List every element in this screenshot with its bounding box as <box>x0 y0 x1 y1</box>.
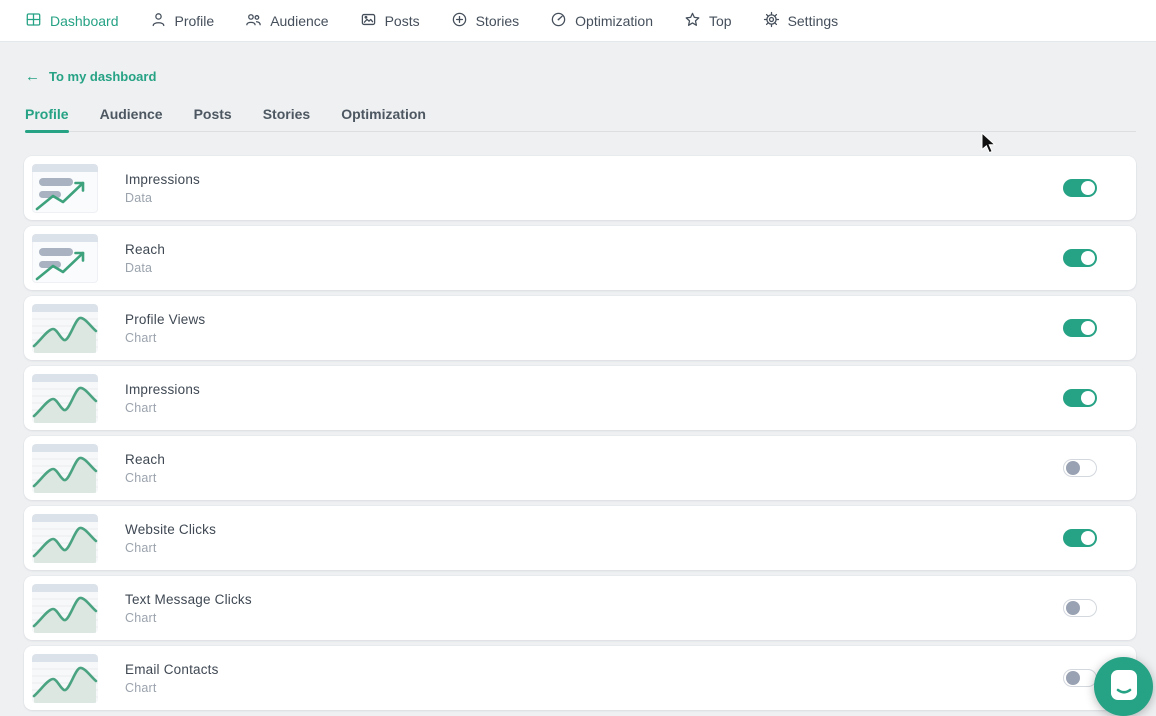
widget-thumbnail-chart-icon <box>32 304 98 353</box>
person-icon <box>150 11 167 31</box>
widget-toggle[interactable] <box>1063 179 1097 197</box>
tab-audience[interactable]: Audience <box>100 106 163 131</box>
nav-item-dashboard[interactable]: Dashboard <box>25 11 119 31</box>
widget-card: Website Clicks Chart <box>24 506 1136 570</box>
widget-card: Impressions Chart <box>24 366 1136 430</box>
toggle-knob <box>1081 391 1095 405</box>
nav-item-label: Audience <box>270 13 328 29</box>
gauge-icon <box>550 11 567 31</box>
nav-item-label: Optimization <box>575 13 653 29</box>
nav-item-label: Settings <box>788 13 839 29</box>
widget-subtitle: Chart <box>125 611 252 625</box>
widget-subtitle: Chart <box>125 331 205 345</box>
posts-icon <box>360 11 377 31</box>
widget-toggle[interactable] <box>1063 319 1097 337</box>
mouse-cursor <box>981 132 997 154</box>
widget-text: Impressions Data <box>125 172 200 205</box>
widget-toggle[interactable] <box>1063 599 1097 617</box>
nav-item-label: Stories <box>476 13 520 29</box>
widget-subtitle: Data <box>125 191 200 205</box>
widget-text: Profile Views Chart <box>125 312 205 345</box>
toggle-knob <box>1081 251 1095 265</box>
widget-title: Text Message Clicks <box>125 592 252 607</box>
nav-item-stories[interactable]: Stories <box>451 11 520 31</box>
widget-subtitle: Chart <box>125 401 200 415</box>
widget-text: Email Contacts Chart <box>125 662 219 695</box>
widget-text: Impressions Chart <box>125 382 200 415</box>
widget-subtitle: Chart <box>125 681 219 695</box>
widget-thumbnail-data-icon <box>32 234 98 283</box>
nav-item-top[interactable]: Top <box>684 11 732 31</box>
widget-text: Reach Chart <box>125 452 165 485</box>
widget-subtitle: Chart <box>125 541 216 555</box>
nav-item-audience[interactable]: Audience <box>245 11 328 31</box>
widget-toggle[interactable] <box>1063 249 1097 267</box>
widget-thumbnail-chart-icon <box>32 444 98 493</box>
toggle-knob <box>1066 601 1080 615</box>
chat-launcher-button[interactable] <box>1094 657 1153 716</box>
chat-bubble-icon <box>1109 670 1139 704</box>
nav-item-label: Posts <box>385 13 420 29</box>
widget-thumbnail-chart-icon <box>32 654 98 703</box>
toggle-knob <box>1081 321 1095 335</box>
widget-title: Email Contacts <box>125 662 219 677</box>
nav-item-label: Dashboard <box>50 13 119 29</box>
widget-card: Reach Data <box>24 226 1136 290</box>
nav-item-label: Top <box>709 13 732 29</box>
nav-item-posts[interactable]: Posts <box>360 11 420 31</box>
plus-circle-icon <box>451 11 468 31</box>
widget-thumbnail-data-icon <box>32 164 98 213</box>
widget-subtitle: Data <box>125 261 165 275</box>
widget-card: Text Message Clicks Chart <box>24 576 1136 640</box>
widget-card: Reach Chart <box>24 436 1136 500</box>
widget-title: Website Clicks <box>125 522 216 537</box>
section-tabs: Profile Audience Posts Stories Optimization <box>25 106 1136 132</box>
widget-thumbnail-chart-icon <box>32 374 98 423</box>
widget-toggle[interactable] <box>1063 389 1097 407</box>
nav-item-profile[interactable]: Profile <box>150 11 215 31</box>
widget-list: Impressions Data Reach Data Profile Views Cha… <box>24 156 1136 710</box>
widget-title: Reach <box>125 452 165 467</box>
widget-thumbnail-chart-icon <box>32 584 98 633</box>
toggle-knob <box>1066 671 1080 685</box>
nav-item-optimization[interactable]: Optimization <box>550 11 653 31</box>
toggle-knob <box>1081 531 1095 545</box>
back-link-label: To my dashboard <box>49 69 156 84</box>
tab-optimization[interactable]: Optimization <box>341 106 426 131</box>
toggle-knob <box>1066 461 1080 475</box>
widget-card: Email Contacts Chart <box>24 646 1136 710</box>
widget-title: Reach <box>125 242 165 257</box>
widget-title: Profile Views <box>125 312 205 327</box>
tab-profile[interactable]: Profile <box>25 106 69 131</box>
nav-item-label: Profile <box>175 13 215 29</box>
widget-text: Reach Data <box>125 242 165 275</box>
people-icon <box>245 11 262 31</box>
tab-posts[interactable]: Posts <box>194 106 232 131</box>
star-icon <box>684 11 701 31</box>
toggle-knob <box>1081 181 1095 195</box>
dashboard-grid-icon <box>25 11 42 31</box>
back-to-dashboard-link[interactable]: ← To my dashboard <box>25 69 156 84</box>
gear-icon <box>763 11 780 31</box>
widget-text: Website Clicks Chart <box>125 522 216 555</box>
back-arrow-icon: ← <box>25 69 40 84</box>
tab-stories[interactable]: Stories <box>263 106 310 131</box>
widget-text: Text Message Clicks Chart <box>125 592 252 625</box>
widget-card: Profile Views Chart <box>24 296 1136 360</box>
widget-title: Impressions <box>125 172 200 187</box>
top-nav: Dashboard Profile Audience Posts Stories Opti… <box>0 0 1156 42</box>
nav-item-settings[interactable]: Settings <box>763 11 839 31</box>
widget-title: Impressions <box>125 382 200 397</box>
widget-toggle[interactable] <box>1063 529 1097 547</box>
widget-toggle[interactable] <box>1063 459 1097 477</box>
widget-toggle[interactable] <box>1063 669 1097 687</box>
widget-thumbnail-chart-icon <box>32 514 98 563</box>
widget-subtitle: Chart <box>125 471 165 485</box>
widget-card: Impressions Data <box>24 156 1136 220</box>
